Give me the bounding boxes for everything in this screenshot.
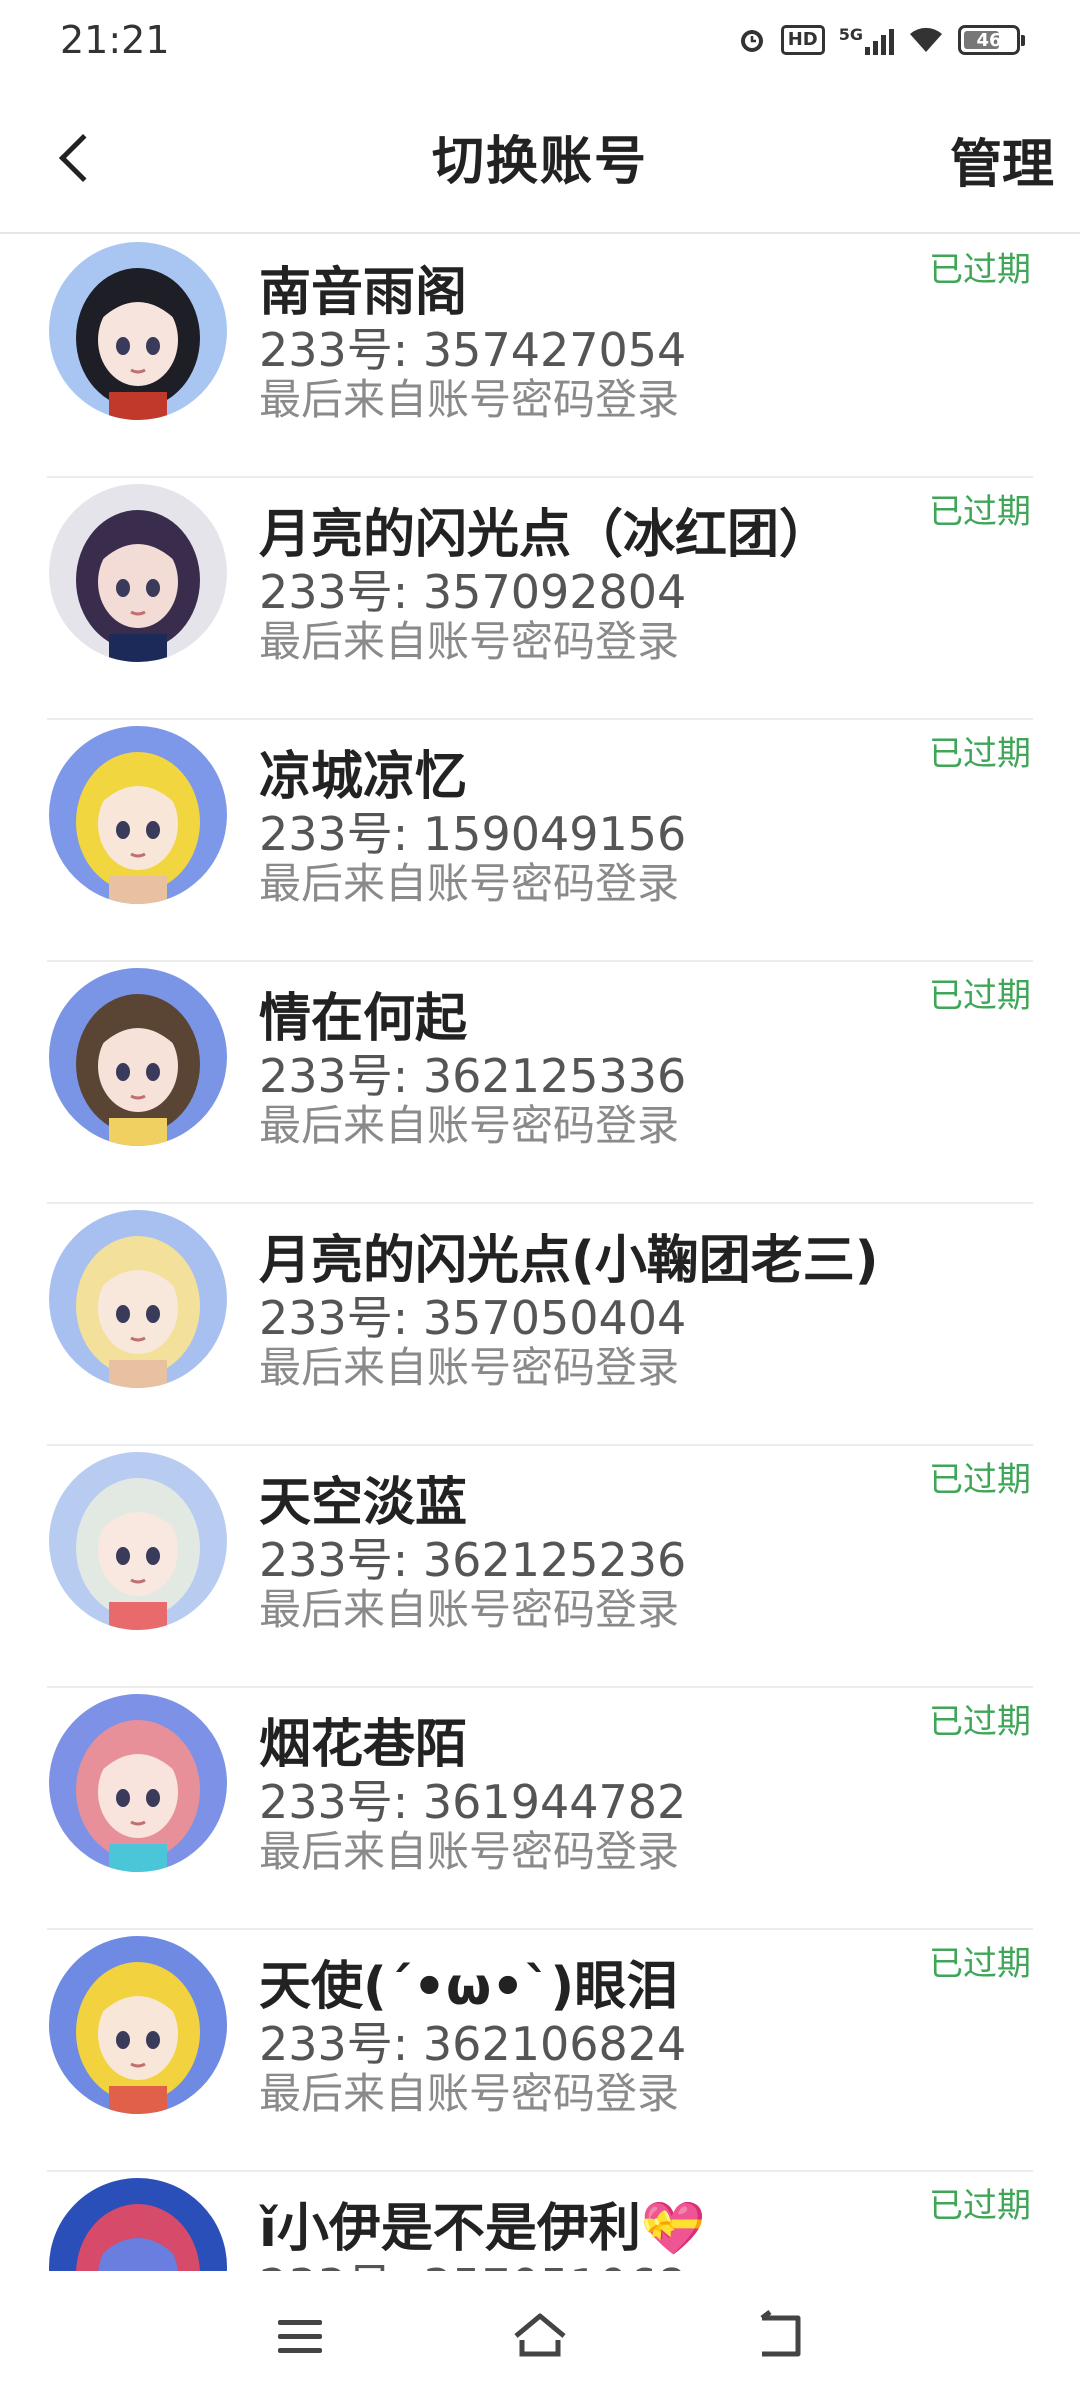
home-icon [514, 2313, 566, 2356]
status-icons: HD 5G 46 [737, 25, 1025, 55]
app-bar: 切换账号 管理 [0, 80, 1080, 234]
avatar [49, 968, 227, 1146]
expired-badge: 已过期 [929, 492, 1031, 532]
back-icon [760, 2309, 801, 2356]
avatar [49, 1210, 227, 1388]
last-login-source: 最后来自账号密码登录 [259, 1827, 680, 1876]
avatar [49, 726, 227, 904]
last-login-source: 最后来自账号密码登录 [259, 1585, 680, 1634]
avatar [49, 242, 227, 420]
status-time: 21:21 [60, 18, 170, 62]
account-list[interactable]: 南音雨阁 233号: 357427054 最后来自账号密码登录 已过期 月亮的闪… [0, 236, 1080, 2271]
last-login-source: 最后来自账号密码登录 [259, 375, 680, 424]
account-item[interactable]: 凉城凉忆 233号: 159049156 最后来自账号密码登录 已过期 [47, 720, 1033, 962]
menu-button[interactable] [255, 2291, 345, 2381]
account-item[interactable]: 天空淡蓝 233号: 362125236 最后来自账号密码登录 已过期 [47, 1446, 1033, 1688]
nav-back-button[interactable] [735, 2291, 825, 2381]
network-type-label: 5G [838, 25, 863, 44]
account-item[interactable]: 天使(´•ω•`)眼泪 233号: 362106824 最后来自账号密码登录 已… [47, 1930, 1033, 2172]
page-title: 切换账号 [431, 131, 648, 192]
expired-badge: 已过期 [929, 1944, 1031, 1984]
menu-icon [278, 2319, 322, 2353]
expired-badge: 已过期 [929, 1702, 1031, 1742]
expired-badge: 已过期 [929, 1460, 1031, 1500]
wifi-icon [908, 25, 944, 55]
alarm-icon [737, 25, 767, 55]
expired-badge: 已过期 [929, 250, 1031, 290]
account-item[interactable]: 烟花巷陌 233号: 361944782 最后来自账号密码登录 已过期 [47, 1688, 1033, 1930]
last-login-source: 最后来自账号密码登录 [259, 617, 680, 666]
avatar [49, 1936, 227, 2114]
expired-badge: 已过期 [929, 976, 1031, 1016]
last-login-source: 最后来自账号密码登录 [259, 2069, 680, 2118]
battery-icon: 46 [958, 25, 1025, 55]
status-bar: 21:21 HD 5G 46 [0, 0, 1080, 80]
home-button[interactable] [495, 2291, 585, 2381]
system-nav-bar [0, 2271, 1080, 2400]
last-login-source: 最后来自账号密码登录 [259, 1343, 680, 1392]
avatar [49, 484, 227, 662]
manage-button[interactable]: 管理 [950, 122, 1054, 197]
5g-signal-icon: 5G [839, 25, 894, 55]
expired-badge: 已过期 [929, 734, 1031, 774]
avatar [49, 1694, 227, 1872]
hd-icon: HD [780, 25, 825, 55]
last-login-source: 最后来自账号密码登录 [259, 1101, 680, 1150]
last-login-source: 最后来自账号密码登录 [259, 859, 680, 908]
account-item[interactable]: ǐ小伊是不是伊利💝 233号: 357051068 最后来自账号密码登录 已过期 [47, 2172, 1033, 2271]
account-id: 233号: 357051068 [259, 2250, 686, 2271]
chevron-left-icon [58, 133, 108, 183]
account-item[interactable]: 月亮的闪光点（冰红团） 233号: 357092804 最后来自账号密码登录 已… [47, 478, 1033, 720]
expired-badge: 已过期 [929, 2186, 1031, 2226]
avatar [49, 1452, 227, 1630]
account-item[interactable]: 月亮的闪光点(小鞠团老三) 233号: 357050404 最后来自账号密码登录 [47, 1204, 1033, 1446]
account-item[interactable]: 情在何起 233号: 362125336 最后来自账号密码登录 已过期 [47, 962, 1033, 1204]
back-button[interactable] [40, 118, 110, 198]
battery-level: 46 [976, 29, 1002, 51]
account-item[interactable]: 南音雨阁 233号: 357427054 最后来自账号密码登录 已过期 [47, 236, 1033, 478]
avatar [49, 2178, 227, 2271]
